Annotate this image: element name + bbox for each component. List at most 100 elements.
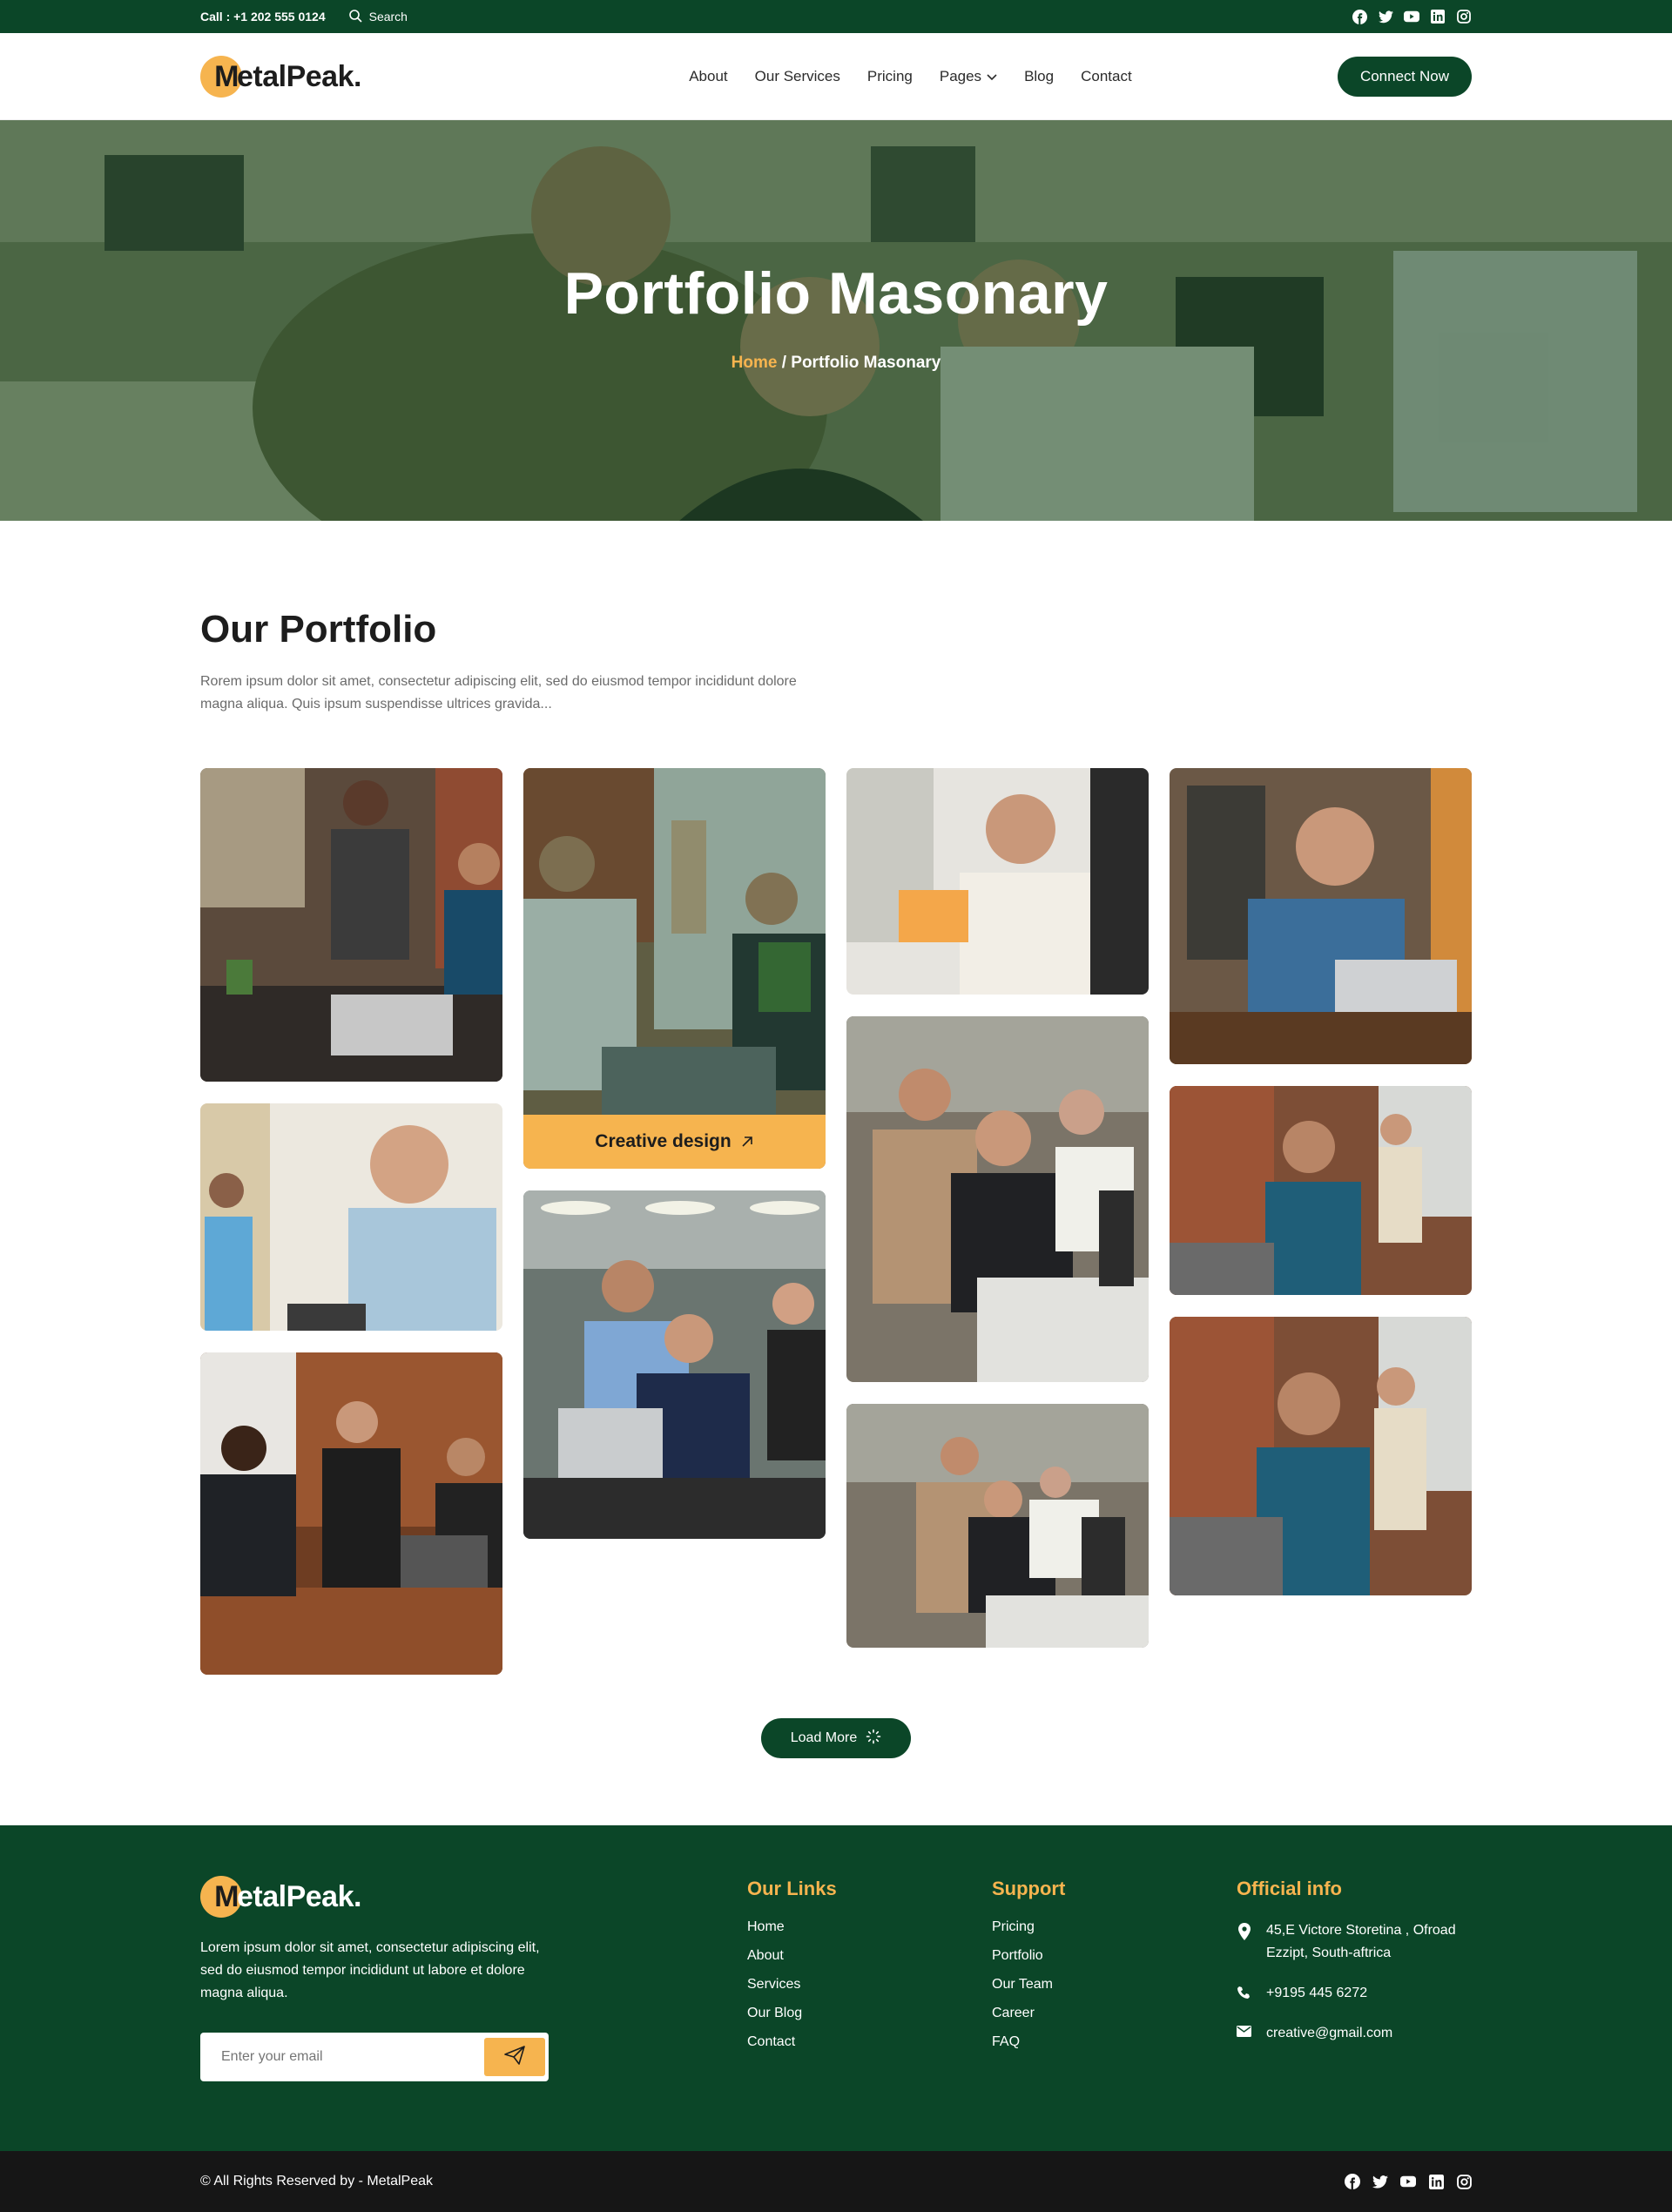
nav-pages[interactable]: Pages — [940, 68, 997, 85]
footer-link-our-team[interactable]: Our Team — [992, 1977, 1237, 1993]
subscribe-button[interactable] — [484, 2038, 545, 2076]
email-field[interactable] — [221, 2049, 474, 2065]
portfolio-image — [846, 1404, 1149, 1648]
portfolio-item[interactable] — [1170, 1317, 1472, 1595]
facebook-icon[interactable] — [1352, 9, 1367, 24]
email-text: creative@gmail.com — [1266, 2026, 1393, 2040]
linkedin-icon[interactable] — [1428, 2174, 1444, 2189]
newsletter-form — [200, 2033, 549, 2081]
portfolio-section: Our Portfolio Rorem ipsum dolor sit amet… — [0, 521, 1672, 1758]
address-text: 45,E Victore Storetina , Ofroad Ezzipt, … — [1266, 1923, 1456, 1960]
nav-blog[interactable]: Blog — [1024, 68, 1054, 85]
footer-link-about[interactable]: About — [747, 1948, 992, 1964]
footer-info-title: Official info — [1237, 1878, 1342, 1899]
main-nav: About Our Services Pricing Pages Blog Co… — [689, 68, 1131, 85]
search-label: Search — [368, 10, 408, 24]
portfolio-image — [523, 768, 826, 1169]
breadcrumb-current: Portfolio Masonary — [791, 354, 941, 372]
footer-links-title: Our Links — [747, 1878, 837, 1899]
creative-design-link[interactable]: Creative design — [523, 1115, 826, 1169]
top-bar: Call : +1 202 555 0124 Search — [0, 0, 1672, 33]
search-icon — [348, 9, 362, 25]
portfolio-item-hovered[interactable]: Creative design — [523, 768, 826, 1169]
portfolio-image — [200, 1352, 502, 1675]
load-more-label: Load More — [790, 1730, 858, 1745]
linkedin-icon[interactable] — [1430, 9, 1446, 24]
phone-item[interactable]: +9195 445 6272 — [1237, 1982, 1472, 2005]
site-footer: M etalPeak. Lorem ipsum dolor sit amet, … — [0, 1825, 1672, 2151]
footer-link-services[interactable]: Services — [747, 1977, 992, 1993]
portfolio-item[interactable] — [846, 768, 1149, 995]
copyright-text: © All Rights Reserved by - MetalPeak — [200, 2174, 434, 2188]
portfolio-item[interactable] — [200, 1103, 502, 1331]
nav-pricing[interactable]: Pricing — [867, 68, 913, 85]
portfolio-item[interactable] — [846, 1016, 1149, 1382]
footer-links-column: Our Links Home About Services Our Blog C… — [747, 1876, 992, 2081]
portfolio-image — [1170, 768, 1472, 1064]
footer-about: Lorem ipsum dolor sit amet, consectetur … — [200, 1940, 540, 2000]
portfolio-item[interactable] — [1170, 768, 1472, 1064]
footer-link-portfolio[interactable]: Portfolio — [992, 1948, 1237, 1964]
paper-plane-icon — [504, 2045, 525, 2069]
logo-text: etalPeak. — [237, 59, 361, 93]
arrow-up-right-icon — [740, 1135, 754, 1149]
portfolio-image — [200, 768, 502, 1082]
footer-link-contact[interactable]: Contact — [747, 2034, 992, 2050]
address-item: 45,E Victore Storetina , Ofroad Ezzipt, … — [1237, 1919, 1472, 1965]
page-hero: Portfolio Masonary Home / Portfolio Maso… — [0, 120, 1672, 521]
load-more-button[interactable]: Load More — [760, 1718, 912, 1758]
phone-text: +9195 445 6272 — [1266, 1986, 1368, 2000]
logo-mark: M — [200, 56, 242, 98]
brand-logo[interactable]: M etalPeak. — [200, 56, 361, 98]
footer-link-career[interactable]: Career — [992, 2006, 1237, 2021]
portfolio-grid: Creative design — [200, 768, 1472, 1675]
breadcrumb: Home / Portfolio Masonary — [0, 354, 1672, 373]
location-pin-icon — [1237, 1919, 1254, 1965]
breadcrumb-home-link[interactable]: Home — [732, 354, 778, 372]
nav-pages-label: Pages — [939, 68, 982, 84]
logo-mark: M — [200, 1876, 242, 1918]
footer-link-our-blog[interactable]: Our Blog — [747, 2006, 992, 2021]
email-item[interactable]: creative@gmail.com — [1237, 2022, 1472, 2045]
breadcrumb-separator: / — [777, 354, 792, 372]
twitter-icon[interactable] — [1378, 9, 1393, 24]
portfolio-item[interactable] — [200, 768, 502, 1082]
footer-info-column: Official info 45,E Victore Storetina , O… — [1237, 1876, 1472, 2081]
instagram-icon[interactable] — [1456, 9, 1472, 24]
logo-text: etalPeak. — [237, 1879, 361, 1913]
nav-about[interactable]: About — [689, 68, 727, 85]
call-text[interactable]: Call : +1 202 555 0124 — [200, 10, 326, 24]
nav-our-services[interactable]: Our Services — [755, 68, 840, 85]
site-header: M etalPeak. About Our Services Pricing P… — [0, 33, 1672, 120]
twitter-icon[interactable] — [1372, 2174, 1388, 2189]
youtube-icon[interactable] — [1404, 9, 1419, 24]
portfolio-image — [200, 1103, 502, 1331]
footer-link-faq[interactable]: FAQ — [992, 2034, 1237, 2050]
chevron-down-icon — [987, 68, 997, 85]
footer-link-pricing[interactable]: Pricing — [992, 1919, 1237, 1935]
youtube-icon[interactable] — [1400, 2174, 1416, 2189]
portfolio-caption: Creative design — [595, 1131, 732, 1151]
nav-contact[interactable]: Contact — [1081, 68, 1132, 85]
section-heading: Our Portfolio — [200, 608, 437, 651]
footer-support-column: Support Pricing Portfolio Our Team Caree… — [992, 1876, 1237, 2081]
footer-link-home[interactable]: Home — [747, 1919, 992, 1935]
portfolio-item[interactable] — [523, 1190, 826, 1539]
portfolio-image — [523, 1190, 826, 1539]
portfolio-item[interactable] — [846, 1404, 1149, 1648]
facebook-icon[interactable] — [1345, 2174, 1360, 2189]
portfolio-image — [1170, 1317, 1472, 1595]
connect-now-button[interactable]: Connect Now — [1337, 57, 1472, 97]
portfolio-image — [1170, 1086, 1472, 1295]
instagram-icon[interactable] — [1456, 2174, 1472, 2189]
phone-icon — [1237, 1982, 1254, 2005]
footer-support-title: Support — [992, 1878, 1066, 1899]
copyright-bar: © All Rights Reserved by - MetalPeak — [0, 2151, 1672, 2212]
portfolio-image — [846, 768, 1149, 995]
portfolio-item[interactable] — [200, 1352, 502, 1675]
search-link[interactable]: Search — [348, 9, 408, 25]
portfolio-item[interactable] — [1170, 1086, 1472, 1295]
section-description: Rorem ipsum dolor sit amet, consectetur … — [200, 674, 797, 711]
portfolio-image — [846, 1016, 1149, 1382]
footer-logo[interactable]: M etalPeak. — [200, 1876, 747, 1918]
